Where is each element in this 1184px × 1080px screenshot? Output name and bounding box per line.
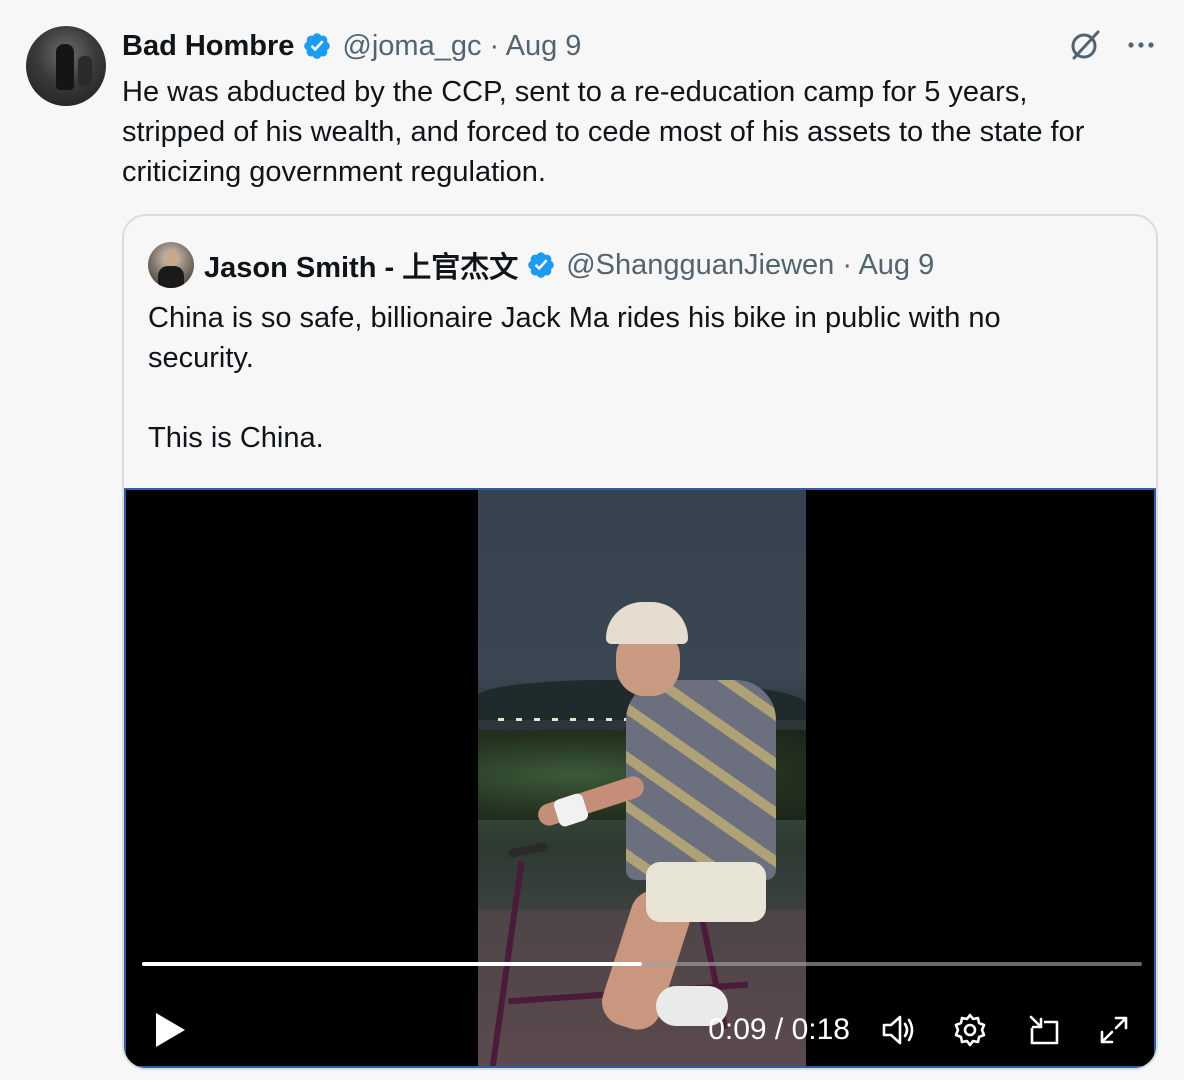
rider-cap: [606, 602, 688, 644]
video-controls: 0:09 / 0:18: [126, 998, 1154, 1058]
avatar-head: [164, 250, 178, 266]
more-icon[interactable]: [1124, 28, 1158, 62]
video-progress-bar[interactable]: [142, 962, 1142, 966]
avatar-figure-2: [78, 56, 92, 86]
quoted-author-handle-date[interactable]: @ShangguanJiewen · Aug 9: [566, 249, 934, 282]
video-player[interactable]: 0:09 / 0:18: [124, 488, 1156, 1068]
rider-shorts: [646, 862, 766, 922]
rider-shirt: [626, 680, 776, 880]
play-icon[interactable]: [152, 1010, 188, 1050]
quoted-tweet[interactable]: Jason Smith - 上官杰文 @ShangguanJiewen · Au…: [122, 214, 1158, 1070]
author-name[interactable]: Bad Hombre: [122, 30, 294, 63]
quoted-author-name[interactable]: Jason Smith - 上官杰文: [204, 244, 518, 286]
grok-icon[interactable]: [1068, 28, 1102, 62]
video-progress-fill: [142, 962, 642, 966]
picture-in-picture-icon[interactable]: [1024, 1010, 1064, 1050]
volume-icon[interactable]: [878, 1010, 918, 1050]
quoted-tweet-header: Jason Smith - 上官杰文 @ShangguanJiewen · Au…: [148, 242, 934, 288]
avatar-suit: [158, 266, 184, 288]
tweet-text: He was abducted by the CCP, sent to a re…: [122, 76, 1085, 188]
verified-badge-icon: [302, 31, 332, 61]
tweet-actions-top: [1068, 28, 1158, 62]
author-avatar[interactable]: [26, 26, 106, 106]
quoted-tweet-text: China is so safe, billionaire Jack Ma ri…: [148, 298, 1108, 458]
video-time: 0:09 / 0:18: [708, 1013, 850, 1046]
avatar-figure: [56, 44, 74, 90]
quoted-text-paragraph-1: China is so safe, billionaire Jack Ma ri…: [148, 302, 1001, 374]
quoted-text-paragraph-2: This is China.: [148, 422, 324, 454]
verified-badge-icon: [526, 250, 556, 280]
author-handle-date[interactable]: @joma_gc · Aug 9: [342, 30, 581, 63]
fullscreen-icon[interactable]: [1094, 1010, 1134, 1050]
tweet-header: Bad Hombre @joma_gc · Aug 9: [122, 28, 581, 64]
settings-gear-icon[interactable]: [950, 1010, 990, 1050]
quoted-author-avatar[interactable]: [148, 242, 194, 288]
bike-handlebar: [507, 841, 549, 859]
video-frame[interactable]: [478, 490, 806, 1066]
